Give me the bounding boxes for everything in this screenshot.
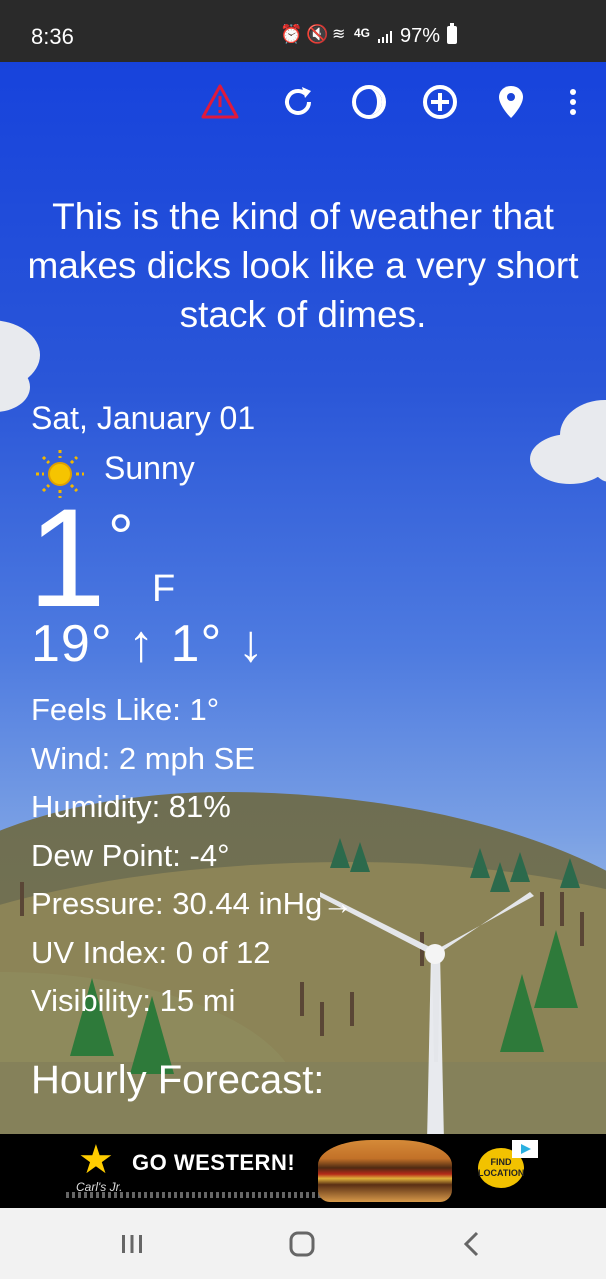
- navigation-bar: [0, 1208, 606, 1279]
- more-vert-icon[interactable]: [553, 82, 593, 122]
- hourly-forecast-heading: Hourly Forecast:: [31, 1058, 325, 1102]
- bare-tree: [580, 912, 584, 946]
- ad-fine-print: [66, 1192, 326, 1198]
- temperature-degree: °: [108, 501, 134, 573]
- signal-icon: [378, 30, 394, 43]
- back-button[interactable]: [452, 1226, 492, 1262]
- theme-icon[interactable]: [349, 82, 389, 122]
- humidity: Humidity: 81%: [31, 789, 231, 824]
- feels-like: Feels Like: 1°: [31, 692, 220, 727]
- adchoices-icon[interactable]: [512, 1140, 538, 1158]
- uv-index: UV Index: 0 of 12: [31, 934, 271, 970]
- toolbar: [0, 78, 606, 128]
- bare-tree: [20, 882, 24, 916]
- location-pin-icon[interactable]: [491, 82, 531, 122]
- burger-image: [318, 1140, 452, 1202]
- weather-quote: This is the kind of weather that makes d…: [27, 196, 579, 335]
- mute-icon: 🔇: [306, 24, 329, 44]
- add-location-icon[interactable]: [420, 82, 460, 122]
- weather-stats: Feels Like: 1° Wind: 2 mph SE Humidity: …: [31, 686, 353, 1026]
- status-bar: 8:36 ⏰ 🔇 ≋ 4G 97%: [0, 0, 606, 62]
- battery-percent: 97%: [400, 25, 441, 47]
- pressure: Pressure: 30.44 inHg→: [31, 886, 354, 921]
- home-button[interactable]: [282, 1226, 322, 1262]
- status-time: 8:36: [31, 24, 74, 49]
- recents-button[interactable]: [112, 1226, 152, 1262]
- tree: [470, 848, 490, 878]
- current-temperature: 1: [28, 479, 106, 636]
- ad-headline: GO WESTERN!: [132, 1150, 296, 1175]
- temperature-unit: F: [152, 568, 176, 610]
- battery-icon: [447, 23, 457, 44]
- wifi-icon: ≋: [332, 26, 346, 43]
- ad-banner[interactable]: ★ Carl's Jr. GO WESTERN! FIND LOCATION: [0, 1134, 606, 1208]
- high-low-temperature: 19° ↑ 1° ↓: [31, 615, 265, 673]
- visibility: Visibility: 15 mi: [31, 983, 236, 1018]
- tree: [510, 852, 530, 882]
- condition-label: Sunny: [104, 450, 195, 486]
- refresh-icon[interactable]: [278, 82, 318, 122]
- alarm-icon: ⏰: [280, 24, 303, 44]
- star-logo-icon: ★: [78, 1138, 114, 1182]
- bare-tree: [540, 892, 544, 926]
- tree: [534, 930, 578, 1008]
- lte-icon: 4G: [354, 26, 371, 40]
- tree: [560, 858, 580, 888]
- tree: [490, 862, 510, 892]
- bare-tree: [560, 892, 564, 926]
- dew-point: Dew Point: -4°: [31, 837, 230, 873]
- forecast-date: Sat, January 01: [31, 400, 256, 436]
- warning-icon[interactable]: [200, 82, 240, 122]
- wind: Wind: 2 mph SE: [31, 740, 255, 776]
